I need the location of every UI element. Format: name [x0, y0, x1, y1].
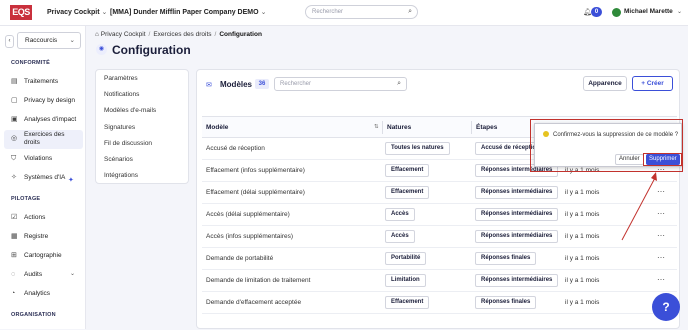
annotation-arrow — [621, 172, 657, 241]
help-chat-button[interactable]: ? — [652, 293, 680, 321]
